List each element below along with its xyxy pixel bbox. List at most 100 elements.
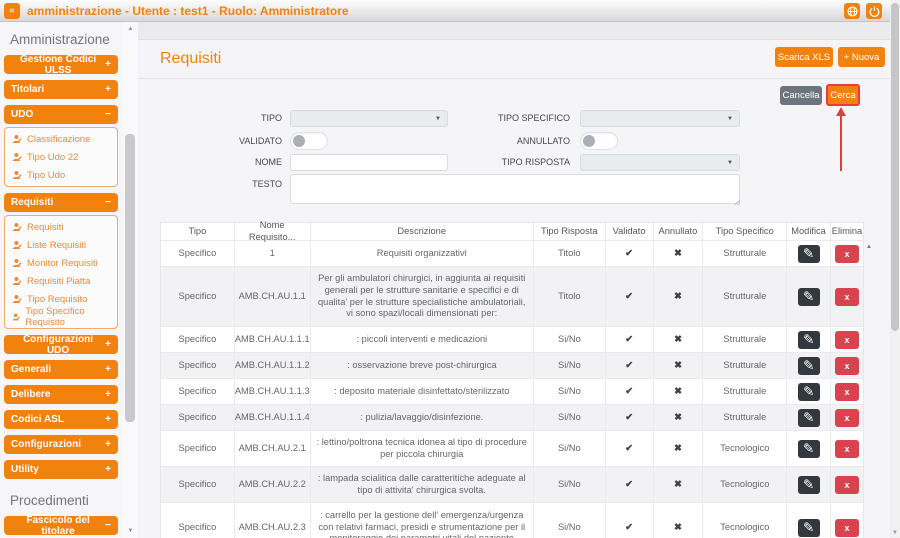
user-icon	[12, 152, 22, 162]
sidebar-group-gestione-codici-ulss[interactable]: Gestione Codici ULSS +	[4, 55, 118, 74]
sidebar-scrollbar-thumb[interactable]	[125, 134, 135, 422]
edit-icon: ✎	[803, 441, 814, 457]
table-header-row: Tipo Nome Requisito... Descrizione Tipo …	[161, 223, 863, 241]
delete-button[interactable]: x	[835, 383, 859, 401]
delete-button[interactable]: x	[835, 288, 859, 306]
scroll-down-icon[interactable]: ▼	[890, 530, 900, 536]
cell-tipo: Specifico	[161, 405, 235, 430]
table-scrollbar[interactable]: ▲	[864, 222, 878, 538]
resize-grip-icon[interactable]	[734, 199, 740, 205]
delete-button[interactable]: x	[835, 519, 859, 537]
sidebar-item-requisiti-piatta[interactable]: Requisiti Piatta	[5, 272, 117, 290]
sidebar-item-monitor-requisiti[interactable]: Monitor Requisiti	[5, 254, 117, 272]
search-button[interactable]: Cerca	[826, 84, 860, 106]
plus-icon: +	[105, 59, 111, 70]
delete-button[interactable]: x	[835, 357, 859, 375]
delete-button[interactable]: x	[835, 245, 859, 263]
cell-tipo: Specifico	[161, 467, 235, 502]
sidebar-group-titolari[interactable]: Titolari +	[4, 80, 118, 99]
edit-button[interactable]: ✎	[798, 288, 820, 306]
cell-tipo-risposta: Si/No	[534, 503, 606, 538]
edit-button[interactable]: ✎	[798, 331, 820, 349]
check-icon: ✔	[625, 291, 633, 303]
scroll-up-icon[interactable]: ▲	[123, 26, 138, 32]
page-scrollbar-thumb[interactable]	[891, 3, 899, 331]
delete-x-icon: x	[845, 523, 850, 533]
table-row: Specifico AMB.CH.AU.1.1 Per gli ambulato…	[161, 267, 863, 327]
tipo-specifico-select[interactable]: ▼	[580, 110, 740, 127]
edit-button[interactable]: ✎	[798, 519, 820, 537]
scroll-up-icon[interactable]: ▲	[866, 244, 872, 250]
x-mark-icon: ✖	[674, 479, 682, 491]
cell-tipo: Specifico	[161, 267, 235, 326]
check-icon: ✔	[625, 479, 633, 491]
cell-tipo: Specifico	[161, 503, 235, 538]
delete-button[interactable]: x	[835, 331, 859, 349]
sidebar-group-utility[interactable]: Utility +	[4, 460, 118, 479]
sidebar-item-liste-requisiti[interactable]: Liste Requisiti	[5, 236, 117, 254]
item-label: Tipo Udo	[27, 170, 65, 181]
page-scrollbar[interactable]: ▼	[890, 0, 900, 538]
sidebar-item-tipo-specifico-requisito[interactable]: Tipo Specifico Requisito	[5, 308, 117, 326]
check-icon: ✔	[625, 386, 633, 398]
cell-tipo: Specifico	[161, 241, 235, 266]
edit-button[interactable]: ✎	[798, 476, 820, 494]
new-button[interactable]: + Nuova	[838, 47, 885, 67]
tipo-select[interactable]: ▼	[290, 110, 448, 127]
download-xls-button[interactable]: Scarica XLS	[775, 47, 833, 67]
edit-button[interactable]: ✎	[798, 383, 820, 401]
sidebar-item-tipo-udo-22[interactable]: Tipo Udo 22	[5, 148, 117, 166]
globe-button[interactable]	[844, 3, 860, 19]
sidebar-item-requisiti[interactable]: Requisiti	[5, 218, 117, 236]
group-label: Titolari	[11, 84, 44, 95]
sidebar-group-delibere[interactable]: Delibere +	[4, 385, 118, 404]
sidebar-group-configurazioni-udo[interactable]: Configurazioni UDO +	[4, 335, 118, 354]
cell-tipo-specifico: Strutturale	[703, 353, 787, 378]
table-row: Specifico AMB.CH.AU.2.3 : carrello per l…	[161, 503, 863, 538]
group-label: UDO	[11, 109, 33, 120]
cell-tipo-risposta: Si/No	[534, 405, 606, 430]
group-label: Delibere	[11, 389, 50, 400]
plus-icon: +	[105, 339, 111, 350]
edit-button[interactable]: ✎	[798, 357, 820, 375]
cell-tipo-risposta: Si/No	[534, 327, 606, 352]
check-icon: ✔	[625, 334, 633, 346]
item-label: Requisiti Piatta	[27, 276, 90, 287]
sidebar-item-tipo-udo[interactable]: Tipo Udo	[5, 166, 117, 184]
edit-button[interactable]: ✎	[798, 245, 820, 263]
sidebar-item-classificazione[interactable]: Classificazione	[5, 130, 117, 148]
delete-x-icon: x	[845, 249, 850, 259]
edit-button[interactable]: ✎	[798, 409, 820, 427]
x-mark-icon: ✖	[674, 443, 682, 455]
group-label: Requisiti	[11, 197, 53, 208]
edit-button[interactable]: ✎	[798, 440, 820, 458]
sidebar-group-codici-asl[interactable]: Codici ASL +	[4, 410, 118, 429]
nome-input[interactable]	[290, 154, 448, 171]
tipo-risposta-select[interactable]: ▼	[580, 154, 740, 171]
sidebar-group-udo[interactable]: UDO −	[4, 105, 118, 124]
tipo-specifico-label: TIPO SPECIFICO	[474, 113, 570, 123]
sidebar-group-requisiti[interactable]: Requisiti −	[4, 193, 118, 212]
validato-toggle[interactable]	[290, 132, 328, 150]
annullato-toggle[interactable]	[580, 132, 618, 150]
plus-icon: +	[105, 439, 111, 450]
item-label: Tipo Udo 22	[27, 152, 78, 163]
sidebar-group-generali[interactable]: Generali +	[4, 360, 118, 379]
cell-nome: AMB.CH.AU.1.1.1	[235, 327, 311, 352]
sidebar-scrollbar[interactable]: ▲ ▼	[123, 22, 138, 538]
sidebar-group-fascicolo-del-titolare[interactable]: Fascicolo del titolare −	[4, 516, 118, 535]
requisiti-table: Tipo Nome Requisito... Descrizione Tipo …	[160, 222, 880, 538]
testo-textarea[interactable]	[290, 174, 740, 204]
delete-button[interactable]: x	[835, 476, 859, 494]
delete-button[interactable]: x	[835, 440, 859, 458]
edit-icon: ✎	[803, 410, 814, 426]
scroll-down-icon[interactable]: ▼	[123, 528, 138, 534]
page-title: Requisiti	[160, 50, 221, 68]
sidebar-collapse-button[interactable]: «	[4, 3, 20, 19]
delete-button[interactable]: x	[835, 409, 859, 427]
x-mark-icon: ✖	[674, 360, 682, 372]
logout-button[interactable]	[866, 3, 882, 19]
cell-tipo-specifico: Tecnologico	[703, 431, 787, 466]
clear-button[interactable]: Cancella	[780, 86, 822, 105]
sidebar-group-configurazioni[interactable]: Configurazioni +	[4, 435, 118, 454]
